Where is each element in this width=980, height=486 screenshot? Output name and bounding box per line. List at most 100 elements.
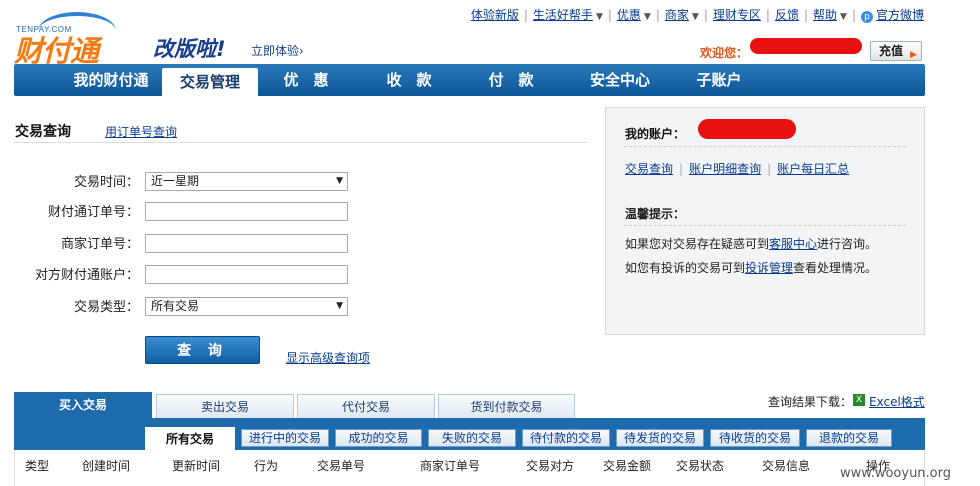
nav-item-5[interactable]: 安全中心 — [574, 64, 666, 96]
nav-item-6[interactable]: 子账户 — [686, 64, 752, 96]
separator: | — [679, 162, 684, 176]
top-link-label[interactable]: 理财专区 — [713, 8, 761, 22]
try-new-version-link[interactable]: 立即体验› — [251, 42, 304, 59]
excel-icon: X — [853, 394, 865, 406]
top-link-5[interactable]: 反馈 — [775, 6, 799, 23]
separator: | — [851, 7, 856, 22]
top-link-0[interactable]: 体验新版 — [471, 6, 519, 23]
column-header: 交易金额 — [603, 459, 652, 473]
nav-item-3[interactable]: 收 款 — [374, 64, 444, 96]
column-header: 交易单号 — [317, 459, 366, 473]
separator: | — [767, 162, 772, 176]
excel-export-link[interactable]: Excel格式 — [869, 393, 925, 410]
order-number-query-link[interactable]: 用订单号查询 — [105, 123, 177, 140]
nav-item-2[interactable]: 优 惠 — [271, 64, 341, 96]
main-nav: 我的财付通 交易管理优 惠 收 款付 款安全中心 子账户 — [14, 64, 925, 98]
recharge-button[interactable]: 充值 ▶ — [870, 41, 922, 61]
column-header: 更新时间 — [172, 459, 221, 473]
export-label: 查询结果下载： — [768, 395, 853, 409]
separator: | — [803, 7, 808, 22]
query-button[interactable]: 查 询 — [145, 336, 260, 364]
column-header: 行为 — [254, 459, 279, 473]
tab-main-2[interactable]: 代付交易 — [297, 394, 435, 418]
tab-status-5[interactable]: 待发货的交易 — [616, 429, 704, 447]
column-header: 交易信息 — [762, 459, 811, 473]
chevron-down-icon: ▼ — [336, 176, 343, 186]
column-header: 商家订单号 — [420, 459, 481, 473]
top-link-label[interactable]: 帮助 — [813, 8, 837, 22]
tip-line-2: 如您有投诉的交易可到投诉管理查看处理情况。 — [625, 261, 878, 275]
nav-item-1[interactable]: 交易管理 — [162, 68, 258, 98]
field-input-2[interactable] — [145, 234, 348, 253]
field-select-4[interactable]: 所有交易 ▼ — [145, 297, 348, 316]
column-header: 创建时间 — [82, 459, 131, 473]
tip-title: 温馨提示： — [625, 207, 686, 221]
separator: | — [607, 7, 612, 22]
top-link-label[interactable]: 反馈 — [775, 8, 799, 22]
field-label: 交易类型： — [73, 300, 139, 315]
watermark: www.wooyun.org — [840, 466, 952, 481]
separator: | — [523, 7, 528, 22]
divider — [624, 146, 906, 147]
field-input-3[interactable] — [145, 265, 348, 284]
top-link-label[interactable]: 体验新版 — [471, 8, 519, 22]
top-links: 体验新版 | 生活好帮手 ▼ | 优惠 ▼ | 商家 ▼ | 理财专区 | 反馈 | 帮助 ▼ | p 官方微博 — [471, 6, 924, 23]
advanced-query-link[interactable]: 显示高级查询项 — [286, 349, 370, 366]
top-link-label[interactable]: 生活好帮手 — [533, 8, 593, 22]
field-select-0[interactable]: 近一星期 ▼ — [145, 172, 348, 191]
caret-down-icon: ▼ — [643, 12, 651, 22]
account-link-0[interactable]: 交易查询 — [625, 162, 673, 176]
tab-status-6[interactable]: 待收货的交易 — [710, 429, 800, 447]
tab-main-1[interactable]: 卖出交易 — [156, 394, 294, 418]
column-header: 交易状态 — [676, 459, 725, 473]
top-link-3[interactable]: 商家 ▼ — [665, 6, 699, 23]
chevron-down-icon: ▼ — [336, 301, 343, 311]
arrow-right-icon: ▶ — [910, 50, 917, 60]
divider — [624, 225, 906, 226]
column-header: 交易对方 — [526, 459, 575, 473]
welcome-label: 欢迎您： — [700, 46, 749, 60]
nav-item-4[interactable]: 付 款 — [476, 64, 546, 96]
nav-item-0[interactable]: 我的财付通 — [61, 64, 161, 96]
tab-status-7[interactable]: 退款的交易 — [806, 429, 892, 447]
weibo-icon: p — [860, 11, 873, 23]
tab-status-3[interactable]: 失败的交易 — [428, 429, 516, 447]
separator: | — [655, 7, 660, 22]
top-link-4[interactable]: 理财专区 — [713, 6, 761, 23]
caret-down-icon: ▼ — [595, 12, 603, 22]
top-link-1[interactable]: 生活好帮手 ▼ — [533, 6, 603, 23]
account-panel: 我的账户： 交易查询 | 账户明细查询 | 账户每日汇总 温馨提示： 如果您对交易存在疑… — [605, 107, 925, 335]
slogan: 改版啦! — [153, 37, 226, 61]
top-link-2[interactable]: 优惠 ▼ — [617, 6, 651, 23]
complaint-management-link[interactable]: 投诉管理 — [745, 261, 793, 275]
column-header: 类型 — [25, 459, 50, 473]
field-label: 财付通订单号： — [47, 205, 139, 220]
redaction-mark — [698, 119, 796, 139]
tip-line-1: 如果您对交易存在疑惑可到客服中心进行咨询。 — [625, 237, 878, 251]
top-link-7[interactable]: p 官方微博 — [860, 6, 924, 23]
top-link-label[interactable]: 商家 — [665, 8, 689, 22]
select-value: 所有交易 — [151, 299, 200, 313]
top-link-6[interactable]: 帮助 ▼ — [813, 6, 847, 23]
tab-main-3[interactable]: 货到付款交易 — [438, 394, 575, 418]
separator: | — [703, 7, 708, 22]
tab-main-0[interactable]: 买入交易 — [14, 392, 152, 420]
account-link-1[interactable]: 账户明细查询 — [689, 162, 761, 176]
tab-status-4[interactable]: 待付款的交易 — [522, 429, 610, 447]
top-link-label[interactable]: 官方微博 — [876, 8, 924, 22]
account-label: 我的账户： — [625, 127, 686, 141]
field-label: 交易时间： — [73, 175, 139, 190]
divider — [14, 142, 587, 143]
field-label: 商家订单号： — [60, 237, 139, 252]
tab-status-1[interactable]: 进行中的交易 — [241, 429, 329, 447]
caret-down-icon: ▼ — [840, 12, 847, 22]
account-link-2[interactable]: 账户每日汇总 — [777, 162, 849, 176]
tab-status-2[interactable]: 成功的交易 — [335, 429, 422, 447]
customer-service-link[interactable]: 客服中心 — [769, 237, 817, 251]
tab-status-0[interactable]: 所有交易 — [145, 427, 235, 450]
separator: | — [765, 7, 770, 22]
field-label: 对方财付通账户： — [34, 268, 139, 283]
account-links: 交易查询 | 账户明细查询 | 账户每日汇总 — [625, 160, 849, 177]
field-input-1[interactable] — [145, 202, 348, 221]
top-link-label[interactable]: 优惠 — [617, 8, 641, 22]
